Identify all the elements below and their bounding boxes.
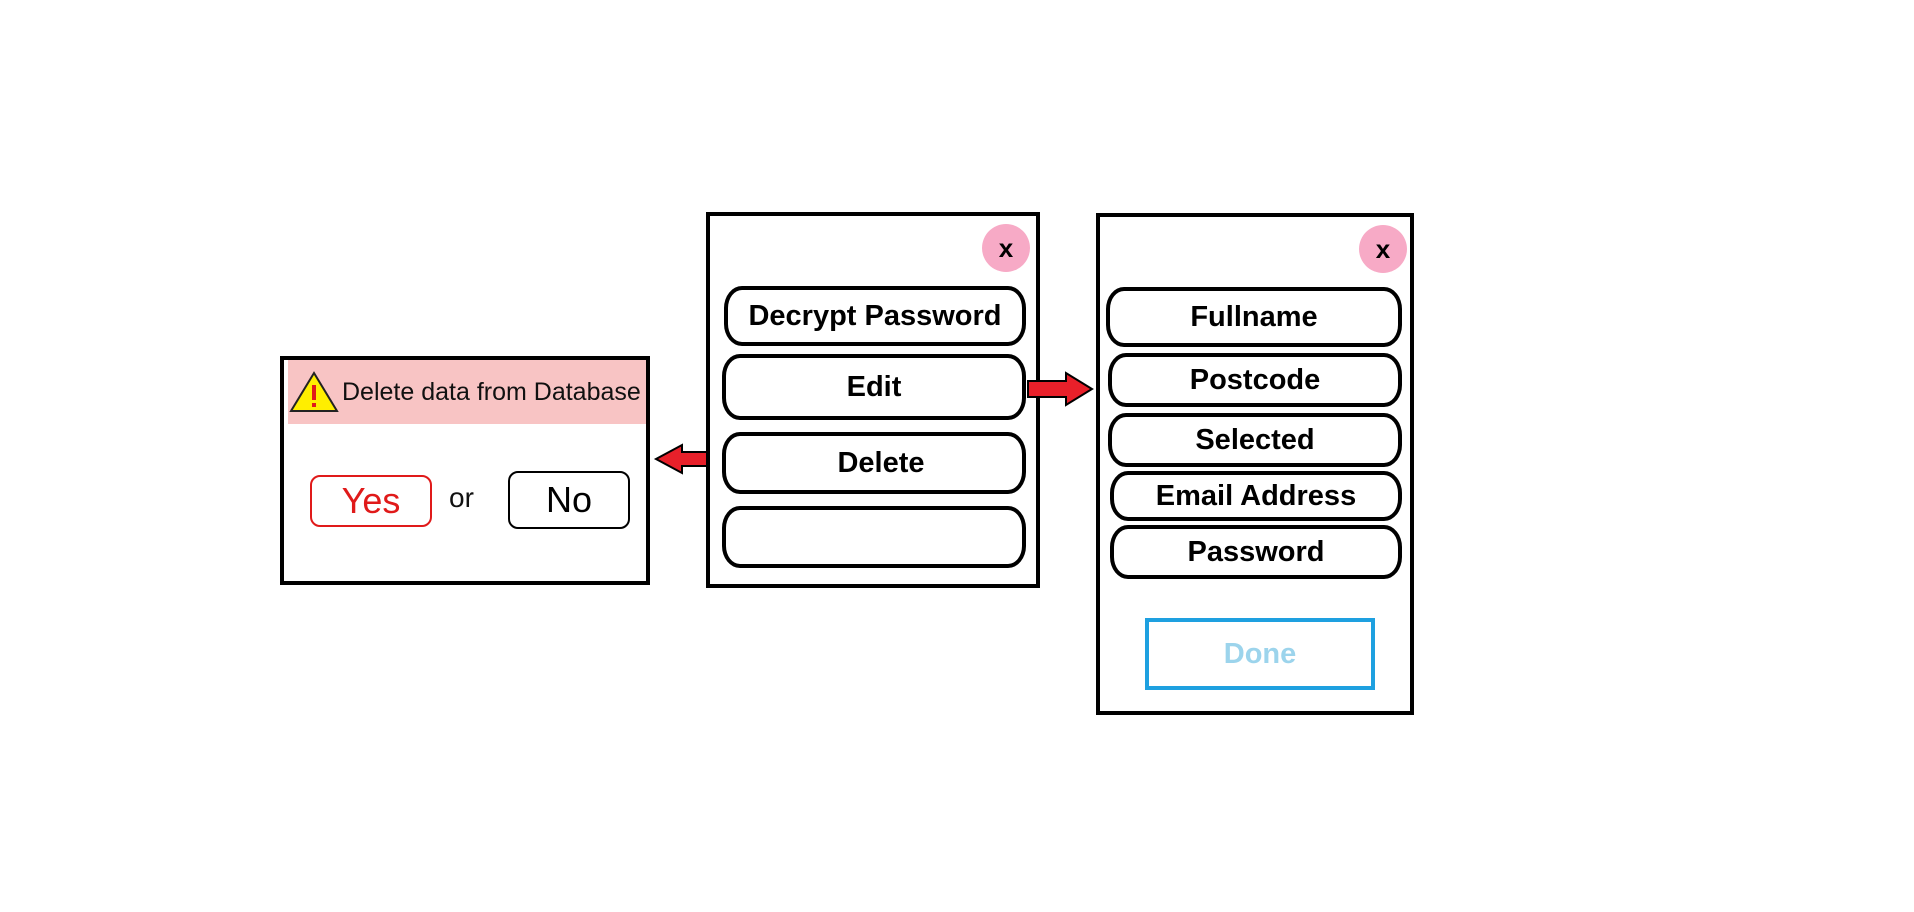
password-field[interactable]: Password xyxy=(1110,525,1402,579)
close-edit-panel-button[interactable]: x xyxy=(1359,225,1407,273)
delete-confirm-dialog: Delete data from Database Yes or No xyxy=(280,356,650,585)
no-button[interactable]: No xyxy=(508,471,630,529)
edit-button[interactable]: Edit xyxy=(722,354,1026,420)
arrow-to-edit-panel xyxy=(1027,371,1094,407)
done-button[interactable]: Done xyxy=(1145,618,1375,690)
confirm-dialog-header: Delete data from Database xyxy=(288,360,646,424)
close-menu-button[interactable]: x xyxy=(982,224,1030,272)
warning-icon xyxy=(289,371,339,412)
decrypt-password-button[interactable]: Decrypt Password xyxy=(724,286,1026,346)
edit-record-panel: x Fullname Postcode Selected Email Addre… xyxy=(1096,213,1414,715)
or-label: or xyxy=(449,482,474,513)
fullname-field[interactable]: Fullname xyxy=(1106,287,1402,347)
delete-button[interactable]: Delete xyxy=(722,432,1026,494)
confirm-dialog-title: Delete data from Database xyxy=(342,377,641,406)
selected-field[interactable]: Selected xyxy=(1108,413,1402,467)
email-address-field[interactable]: Email Address xyxy=(1110,471,1402,521)
yes-button[interactable]: Yes xyxy=(310,475,432,527)
postcode-field[interactable]: Postcode xyxy=(1108,353,1402,407)
record-actions-menu: x Decrypt Password Edit Delete xyxy=(706,212,1040,588)
empty-menu-button[interactable] xyxy=(722,506,1026,568)
